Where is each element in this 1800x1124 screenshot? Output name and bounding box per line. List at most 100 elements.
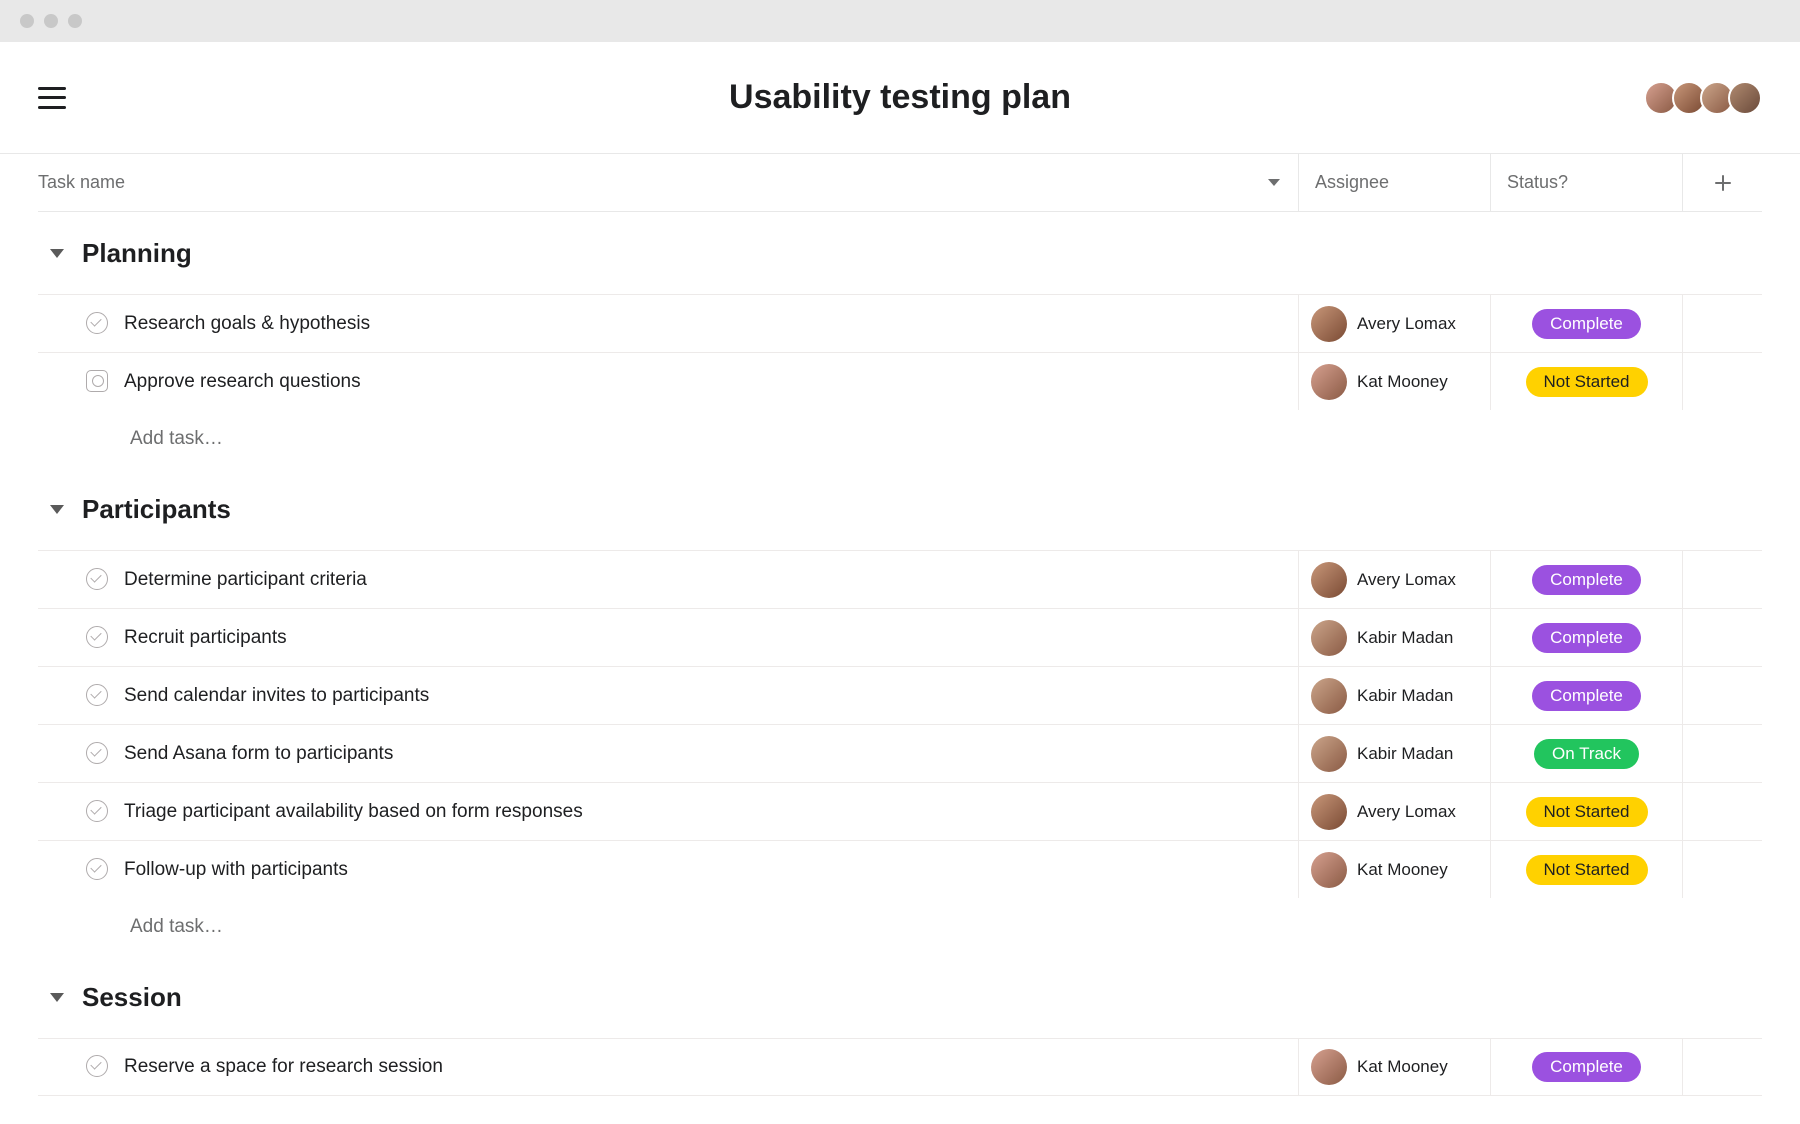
assignee-name: Kabir Madan (1357, 744, 1453, 764)
task-status[interactable]: Complete (1490, 551, 1682, 608)
task-title: Send calendar invites to participants (124, 685, 429, 707)
task-main[interactable]: Determine participant criteria (38, 568, 1298, 592)
add-task-row[interactable]: Add task… (38, 898, 1762, 956)
task-assignee[interactable]: Kabir Madan (1298, 667, 1490, 724)
task-title: Send Asana form to participants (124, 743, 393, 765)
check-circle-icon[interactable] (86, 858, 110, 882)
status-badge: Complete (1532, 1052, 1641, 1082)
assignee-name: Avery Lomax (1357, 802, 1456, 822)
avatar (1311, 562, 1347, 598)
add-task-row[interactable]: Add task… (38, 410, 1762, 468)
task-assignee[interactable]: Kat Mooney (1298, 353, 1490, 410)
check-circle-icon[interactable] (86, 626, 110, 650)
task-status[interactable]: Not Started (1490, 783, 1682, 840)
task-main[interactable]: Send calendar invites to participants (38, 684, 1298, 708)
task-status[interactable]: Complete (1490, 667, 1682, 724)
task-status[interactable]: Complete (1490, 609, 1682, 666)
task-main[interactable]: Approve research questions (38, 370, 1298, 394)
task-row[interactable]: Triage participant availability based on… (38, 782, 1762, 840)
row-spacer (1682, 667, 1762, 724)
column-header-assignee[interactable]: Assignee (1315, 172, 1389, 193)
check-circle-icon[interactable] (86, 742, 110, 766)
task-status[interactable]: Not Started (1490, 353, 1682, 410)
task-status[interactable]: Complete (1490, 1039, 1682, 1095)
window-controls[interactable] (20, 14, 82, 28)
chevron-down-icon[interactable] (1268, 179, 1280, 186)
window-zoom-icon[interactable] (68, 14, 82, 28)
status-badge: Complete (1532, 623, 1641, 653)
window-minimize-icon[interactable] (44, 14, 58, 28)
task-row[interactable]: Research goals & hypothesis Avery Lomax Co… (38, 294, 1762, 352)
page-title: Usability testing plan (729, 78, 1071, 117)
avatar (1311, 794, 1347, 830)
row-spacer (1682, 353, 1762, 410)
task-row[interactable]: Reserve a space for research sessionKat … (38, 1038, 1762, 1096)
status-badge: Not Started (1526, 797, 1648, 827)
status-badge: Complete (1532, 309, 1641, 339)
add-column-button[interactable] (1682, 154, 1762, 211)
task-assignee[interactable]: Kabir Madan (1298, 725, 1490, 782)
check-circle-icon[interactable] (86, 1055, 110, 1079)
task-title: Triage participant availability based on… (124, 801, 583, 823)
check-circle-icon[interactable] (86, 684, 110, 708)
member-avatars[interactable] (1650, 81, 1762, 115)
check-circle-icon[interactable] (86, 312, 110, 336)
avatar (1311, 306, 1347, 342)
assignee-name: Avery Lomax (1357, 314, 1456, 334)
row-spacer (1682, 295, 1762, 352)
task-assignee[interactable]: Avery Lomax (1298, 551, 1490, 608)
row-spacer (1682, 1039, 1762, 1095)
column-header-status[interactable]: Status? (1507, 172, 1568, 193)
window-close-icon[interactable] (20, 14, 34, 28)
task-assignee[interactable]: Avery Lomax (1298, 295, 1490, 352)
task-assignee[interactable]: Kabir Madan (1298, 609, 1490, 666)
section-toggle-icon[interactable] (50, 993, 64, 1002)
avatar (1311, 678, 1347, 714)
status-badge: Not Started (1526, 367, 1648, 397)
task-status[interactable]: Not Started (1490, 841, 1682, 898)
task-row[interactable]: Determine participant criteria Avery Loma… (38, 550, 1762, 608)
task-title: Research goals & hypothesis (124, 313, 370, 335)
row-spacer (1682, 725, 1762, 782)
section-title[interactable]: Planning (82, 238, 192, 269)
task-row[interactable]: Approve research questionsKat Mooney Not … (38, 352, 1762, 410)
task-row[interactable]: Send Asana form to participants Kabir Mad… (38, 724, 1762, 782)
approval-icon[interactable] (86, 370, 110, 394)
section-title[interactable]: Session (82, 982, 182, 1013)
task-title: Determine participant criteria (124, 569, 367, 591)
menu-toggle-button[interactable] (38, 87, 66, 109)
row-spacer (1682, 783, 1762, 840)
task-main[interactable]: Follow-up with participants (38, 858, 1298, 882)
section-header: Session (38, 956, 1762, 1038)
section-toggle-icon[interactable] (50, 505, 64, 514)
task-row[interactable]: Recruit participants Kabir Madan Complete (38, 608, 1762, 666)
task-main[interactable]: Triage participant availability based on… (38, 800, 1298, 824)
status-badge: Not Started (1526, 855, 1648, 885)
status-badge: On Track (1534, 739, 1639, 769)
avatar (1311, 852, 1347, 888)
section-header: Participants (38, 468, 1762, 550)
column-header-name[interactable]: Task name (38, 172, 125, 193)
assignee-name: Kat Mooney (1357, 860, 1448, 880)
task-status[interactable]: On Track (1490, 725, 1682, 782)
section-toggle-icon[interactable] (50, 249, 64, 258)
assignee-name: Avery Lomax (1357, 570, 1456, 590)
check-circle-icon[interactable] (86, 800, 110, 824)
row-spacer (1682, 551, 1762, 608)
avatar[interactable] (1728, 81, 1762, 115)
section-header: Planning (38, 212, 1762, 294)
task-main[interactable]: Research goals & hypothesis (38, 312, 1298, 336)
task-main[interactable]: Send Asana form to participants (38, 742, 1298, 766)
task-assignee[interactable]: Kat Mooney (1298, 841, 1490, 898)
task-main[interactable]: Recruit participants (38, 626, 1298, 650)
task-status[interactable]: Complete (1490, 295, 1682, 352)
task-main[interactable]: Reserve a space for research session (38, 1055, 1298, 1079)
section-title[interactable]: Participants (82, 494, 231, 525)
row-spacer (1682, 609, 1762, 666)
assignee-name: Kabir Madan (1357, 628, 1453, 648)
task-assignee[interactable]: Avery Lomax (1298, 783, 1490, 840)
task-row[interactable]: Send calendar invites to participants Kab… (38, 666, 1762, 724)
check-circle-icon[interactable] (86, 568, 110, 592)
task-row[interactable]: Follow-up with participants Kat Mooney Not… (38, 840, 1762, 898)
task-assignee[interactable]: Kat Mooney (1298, 1039, 1490, 1095)
